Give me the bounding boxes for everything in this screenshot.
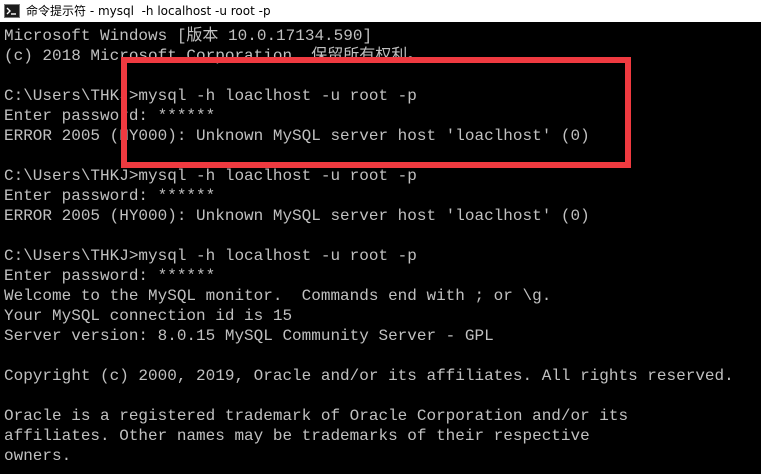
console-line: Oracle is a registered trademark of Orac… bbox=[4, 407, 629, 425]
console-line: owners. bbox=[4, 447, 72, 465]
window-title: 命令提示符 - mysql -h localhost -u root -p bbox=[26, 4, 271, 18]
console-line: ERROR 2005 (HY000): Unknown MySQL server… bbox=[4, 127, 590, 145]
title-bar[interactable]: 命令提示符 - mysql -h localhost -u root -p bbox=[0, 0, 761, 22]
command-prompt-icon bbox=[4, 4, 20, 18]
console-line: C:\Users\THKJ>mysql -h localhost -u root… bbox=[4, 247, 417, 265]
console-output[interactable]: Microsoft Windows [版本 10.0.17134.590] (c)… bbox=[4, 26, 761, 466]
console-line: Copyright (c) 2000, 2019, Oracle and/or … bbox=[4, 367, 734, 385]
console-line: C:\Users\THKJ>mysql -h loaclhost -u root… bbox=[4, 167, 417, 185]
console-line: Microsoft Windows [版本 10.0.17134.590] bbox=[4, 27, 373, 45]
console-line: (c) 2018 Microsoft Corporation. 保留所有权利。 bbox=[4, 47, 424, 65]
console-line: C:\Users\THKJ>mysql -h loaclhost -u root… bbox=[4, 87, 417, 105]
command-prompt-window: 命令提示符 - mysql -h localhost -u root -p Mi… bbox=[0, 0, 761, 474]
console-line: Your MySQL connection id is 15 bbox=[4, 307, 293, 325]
console-line: ERROR 2005 (HY000): Unknown MySQL server… bbox=[4, 207, 590, 225]
console-line: Welcome to the MySQL monitor. Commands e… bbox=[4, 287, 552, 305]
console-line: Enter password: ****** bbox=[4, 267, 216, 285]
console-line: affiliates. Other names may be trademark… bbox=[4, 427, 590, 445]
console-line: Enter password: ****** bbox=[4, 187, 216, 205]
console-line: Enter password: ****** bbox=[4, 107, 216, 125]
console-line: Server version: 8.0.15 MySQL Community S… bbox=[4, 327, 494, 345]
